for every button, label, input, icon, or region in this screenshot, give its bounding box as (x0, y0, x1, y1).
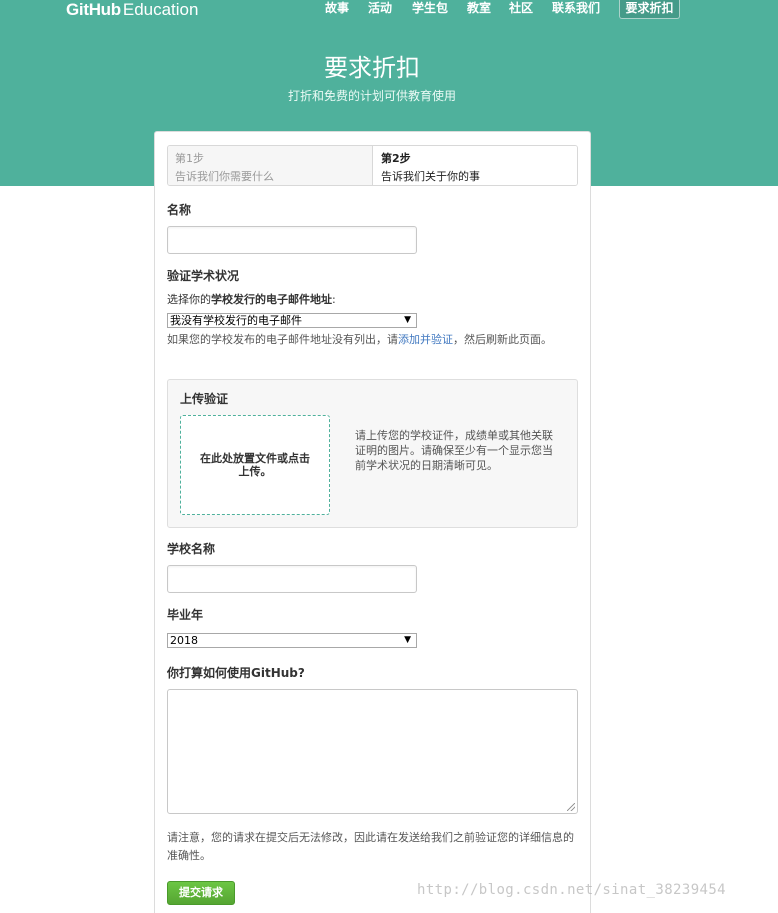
page-subtitle: 打折和免费的计划可供教育使用 (287, 89, 456, 103)
nav-item-student-pack[interactable]: 学生包 (412, 0, 448, 20)
upload-title: 上传验证 (180, 392, 229, 406)
nav-item-events[interactable]: 活动 (368, 0, 392, 20)
resize-handle-icon[interactable] (567, 803, 575, 811)
step-1-number: 第1步 (175, 152, 204, 165)
hint-prefix: 如果您的学校发布的电子邮件地址没有列出，请 (167, 333, 398, 346)
email-select[interactable]: 我没有学校发行的电子邮件 ▼ (167, 313, 417, 328)
submit-button[interactable]: 提交请求 (167, 881, 235, 905)
grad-year-label: 毕业年 (167, 608, 204, 622)
email-hint: 如果您的学校发布的电子邮件地址没有列出，请添加并验证，然后刷新此页面。 (167, 331, 577, 349)
nav-item-stories[interactable]: 故事 (325, 0, 349, 20)
logo-bold: GitHub (66, 0, 121, 19)
nav-item-request-discount[interactable]: 要求折扣 (619, 0, 680, 19)
logo-light: Education (122, 0, 199, 19)
dropzone-text: 在此处放置文件或点击上传。 (200, 452, 310, 478)
nav-item-community[interactable]: 社区 (509, 0, 533, 20)
step-1[interactable]: 第1步 告诉我们你需要什么 (168, 146, 373, 185)
github-education-logo[interactable]: GitHub Education (66, 0, 198, 20)
email-prompt-prefix: 选择你的 (167, 293, 211, 306)
dropdown-arrow-icon: ▼ (404, 635, 411, 645)
hint-suffix: ，然后刷新此页面。 (453, 333, 552, 346)
usage-label: 你打算如何使用GitHub? (167, 666, 305, 680)
watermark: http://blog.csdn.net/sinat_38239454 (417, 882, 727, 898)
grad-year-select[interactable]: 2018 ▼ (167, 633, 417, 648)
email-prompt-bold: 学校发行的电子邮件地址 (211, 293, 332, 306)
upload-section: 上传验证 在此处放置文件或点击上传。 请上传您的学校证件，成绩单或其他关联证明的… (167, 379, 578, 528)
email-select-value: 我没有学校发行的电子邮件 (170, 314, 302, 327)
file-dropzone[interactable]: 在此处放置文件或点击上传。 (180, 415, 330, 515)
nav-item-classroom[interactable]: 教室 (467, 0, 491, 20)
grad-year-value: 2018 (170, 634, 198, 647)
name-input[interactable] (167, 226, 417, 254)
dropdown-arrow-icon: ▼ (404, 315, 411, 325)
school-label: 学校名称 (167, 542, 216, 556)
nav-item-contact[interactable]: 联系我们 (552, 0, 600, 20)
email-prompt: 选择你的学校发行的电子邮件地址: (167, 292, 336, 307)
verify-label: 验证学术状况 (167, 269, 240, 283)
page-title: 要求折扣 (324, 54, 420, 82)
usage-textarea[interactable] (167, 689, 578, 814)
name-label: 名称 (167, 203, 192, 217)
email-prompt-suffix: : (332, 293, 336, 306)
upload-help-text: 请上传您的学校证件，成绩单或其他关联证明的图片。请确保至少有一个显示您当前学术状… (355, 429, 553, 472)
school-input[interactable] (167, 565, 417, 593)
step-1-desc: 告诉我们你需要什么 (175, 170, 274, 183)
step-2: 第2步 告诉我们关于你的事 (374, 146, 577, 185)
step-indicator: 第1步 告诉我们你需要什么 第2步 告诉我们关于你的事 (167, 145, 578, 186)
add-verify-link[interactable]: 添加并验证 (398, 333, 453, 346)
submit-notice: 请注意，您的请求在提交后无法修改，因此请在发送给我们之前验证您的详细信息的准确性… (167, 831, 574, 862)
step-2-desc: 告诉我们关于你的事 (381, 170, 480, 183)
step-2-number: 第2步 (381, 152, 411, 165)
